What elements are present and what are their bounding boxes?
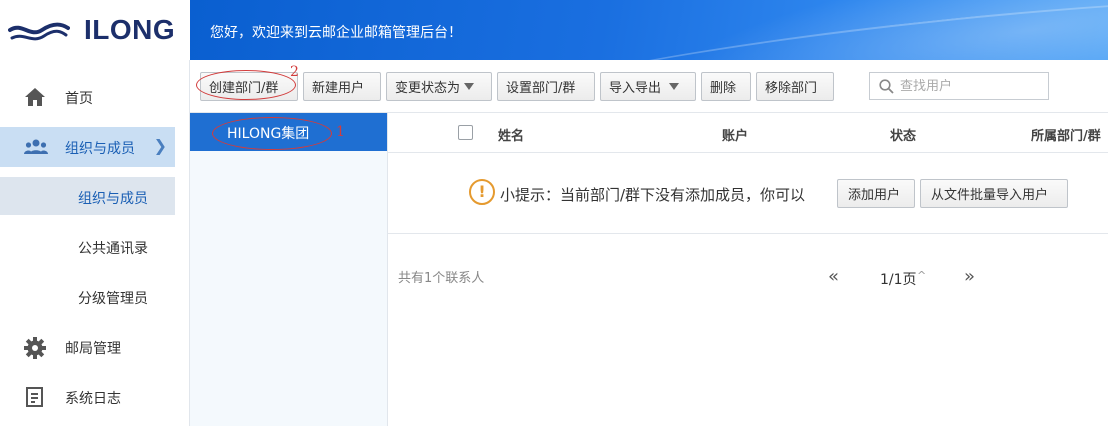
caret-down-icon (669, 83, 680, 90)
search-box (869, 72, 1049, 100)
column-header-dept[interactable]: 所属部门/群 (1031, 125, 1101, 144)
log-icon (24, 387, 46, 407)
select-all-checkbox[interactable] (458, 125, 473, 140)
sidebar: 首页 组织与成员 ❯ 组织与成员 公共通讯录 分级管理员 邮局管理 系统日志 (0, 60, 190, 426)
import-export-label: 导入导出 (609, 81, 662, 96)
new-user-label: 新建用户 (312, 81, 365, 96)
batch-import-label: 从文件批量导入用户 (931, 188, 1049, 203)
chevron-right-icon: ❯ (153, 136, 167, 155)
column-header-account[interactable]: 账户 (722, 125, 748, 144)
create-dept-label: 创建部门/群 (209, 81, 279, 96)
sidebar-item-label: 邮局管理 (65, 341, 121, 357)
batch-import-button[interactable]: 从文件批量导入用户 (920, 179, 1068, 208)
pager-info: 1/1页 (880, 272, 917, 288)
contact-count: 共有1个联系人 (398, 271, 485, 286)
add-user-button[interactable]: 添加用户 (837, 179, 915, 208)
search-input[interactable] (900, 78, 1040, 94)
sidebar-subitem-label: 公共通讯录 (78, 241, 148, 257)
sidebar-item-label: 组织与成员 (65, 141, 135, 157)
logo-text: ILONG (84, 14, 176, 45)
member-table: 姓名 账户 状态 所属部门/群 ! 小提示：当前部门/群下没有添加成员，你可以 … (388, 113, 1108, 426)
create-dept-button[interactable]: 创建部门/群 (200, 72, 298, 101)
remove-dept-label: 移除部门 (765, 81, 818, 96)
tip-text: 小提示：当前部门/群下没有添加成员，你可以 (500, 186, 806, 204)
top-banner: 您好，欢迎来到云邮企业邮箱管理后台！ (190, 0, 1108, 60)
users-icon (24, 137, 48, 157)
search-icon (879, 78, 894, 94)
gear-icon (24, 337, 46, 359)
caret-down-icon (464, 83, 475, 90)
import-export-dropdown[interactable]: 导入导出 (600, 72, 696, 101)
dept-tree: HILONG集团 (190, 113, 388, 426)
welcome-text: 您好，欢迎来到云邮企业邮箱管理后台！ (210, 25, 462, 41)
sidebar-subitem-label: 分级管理员 (78, 291, 148, 307)
sidebar-subitem-sub-admins[interactable]: 分级管理员 (0, 277, 175, 315)
sidebar-subitem-label: 组织与成员 (78, 191, 148, 207)
sidebar-item-system-log[interactable]: 系统日志 (0, 377, 175, 417)
remove-dept-button[interactable]: 移除部门 (756, 72, 834, 101)
home-icon (24, 87, 46, 107)
empty-tip-row: ! 小提示：当前部门/群下没有添加成员，你可以 添加用户 从文件批量导入用户 (388, 153, 1108, 234)
change-status-label: 变更状态为 (395, 81, 461, 96)
sidebar-subitem-public-contacts[interactable]: 公共通讯录 (0, 227, 175, 265)
sidebar-item-label: 系统日志 (65, 391, 121, 407)
sidebar-item-label: 首页 (65, 91, 93, 107)
annotation-number-2: 2 (290, 64, 299, 80)
change-status-dropdown[interactable]: 变更状态为 (386, 72, 492, 101)
logo-wave-icon (8, 22, 70, 41)
table-header: 姓名 账户 状态 所属部门/群 (388, 113, 1108, 153)
column-header-status[interactable]: 状态 (890, 125, 916, 144)
sidebar-item-home[interactable]: 首页 (0, 77, 175, 117)
annotation-number-1: 1 (336, 124, 345, 140)
warning-icon: ! (469, 179, 495, 205)
column-header-name[interactable]: 姓名 (498, 125, 524, 144)
pager-caret-icon[interactable]: ^ (917, 269, 926, 282)
delete-label: 删除 (710, 81, 737, 96)
tree-node-hilong-group[interactable]: HILONG集团 (190, 113, 387, 151)
set-dept-button[interactable]: 设置部门/群 (497, 72, 595, 101)
tree-node-label: HILONG集团 (227, 126, 310, 142)
sidebar-item-post-office[interactable]: 邮局管理 (0, 327, 175, 367)
sidebar-subitem-org-members[interactable]: 组织与成员 (0, 177, 175, 215)
set-dept-label: 设置部门/群 (506, 81, 576, 96)
pager-prev-button[interactable]: « (828, 266, 839, 287)
pager-next-button[interactable]: » (964, 266, 975, 287)
delete-button[interactable]: 删除 (701, 72, 751, 101)
add-user-label: 添加用户 (848, 188, 901, 203)
sidebar-item-org-members[interactable]: 组织与成员 ❯ (0, 127, 175, 167)
toolbar: 创建部门/群 新建用户 变更状态为 设置部门/群 导入导出 删除 移除部门 (190, 60, 1108, 113)
logo: ILONG (0, 0, 190, 60)
new-user-button[interactable]: 新建用户 (303, 72, 381, 101)
